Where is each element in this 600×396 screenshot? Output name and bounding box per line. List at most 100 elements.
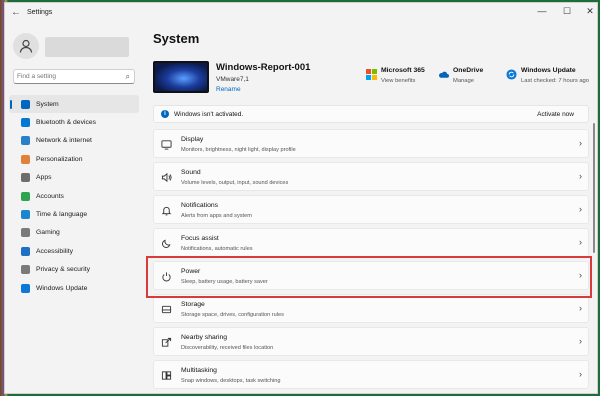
settings-window: ← Settings — ☐ ✕ ⌕ System Bluetooth & dev… xyxy=(4,2,598,394)
user-name-redacted xyxy=(45,37,129,57)
search-input[interactable] xyxy=(17,71,117,82)
maximize-button[interactable]: ☐ xyxy=(560,6,574,17)
notifications-icon xyxy=(161,206,172,216)
service-title: Microsoft 365 xyxy=(381,67,425,74)
minimize-button[interactable]: — xyxy=(535,6,549,16)
setting-row-storage[interactable]: Storage Storage space, drives, configurat… xyxy=(153,294,589,323)
sidebar-item-label: System xyxy=(36,100,59,108)
setting-title: Storage xyxy=(181,301,205,308)
power-icon xyxy=(162,272,171,282)
main-content: System Windows-Report-001 VMware7,1 Rena… xyxy=(146,25,597,393)
rename-link[interactable]: Rename xyxy=(216,86,241,93)
sidebar-item-label: Network & internet xyxy=(36,137,92,145)
sidebar-item-accounts[interactable]: Accounts xyxy=(9,187,139,205)
sidebar-item-system[interactable]: System xyxy=(9,95,139,114)
setting-row-focus-assist[interactable]: Focus assist Notifications, automatic rul… xyxy=(153,228,589,257)
sidebar-item-label: Personalization xyxy=(36,155,83,163)
device-model: VMware7,1 xyxy=(216,76,249,83)
chevron-right-icon: › xyxy=(579,303,582,313)
sidebar-item-accessibility[interactable]: Accessibility xyxy=(9,242,139,260)
avatar[interactable] xyxy=(13,33,39,59)
search-box[interactable]: ⌕ xyxy=(13,69,135,84)
system-icon xyxy=(21,99,30,109)
windows-update-icon xyxy=(21,283,30,293)
onedrive-icon xyxy=(439,71,449,78)
search-icon[interactable]: ⌕ xyxy=(126,72,130,82)
activation-banner: i Windows isn't activated. Activate now xyxy=(153,105,589,123)
activate-now-button[interactable]: Activate now xyxy=(537,111,574,118)
chevron-right-icon: › xyxy=(579,204,582,214)
sidebar-item-label: Accessibility xyxy=(36,247,74,255)
sidebar-item-label: Privacy & security xyxy=(36,266,91,274)
setting-row-notifications[interactable]: Notifications Alerts from apps and system… xyxy=(153,195,589,224)
close-button[interactable]: ✕ xyxy=(583,6,597,17)
setting-subtitle: Alerts from apps and system xyxy=(181,213,252,219)
windows-update-icon xyxy=(506,69,517,80)
setting-row-nearby-sharing[interactable]: Nearby sharing Discoverability, received … xyxy=(153,327,589,356)
setting-subtitle: Sleep, battery usage, battery saver xyxy=(181,279,268,285)
sidebar-item-label: Apps xyxy=(36,174,52,182)
page-title: System xyxy=(153,31,200,46)
device-name: Windows-Report-001 xyxy=(216,62,311,73)
accessibility-icon xyxy=(21,246,30,256)
multitasking-icon xyxy=(161,371,172,380)
setting-subtitle: Notifications, automatic rules xyxy=(181,246,253,252)
user-icon xyxy=(19,39,33,53)
setting-row-power[interactable]: Power Sleep, battery usage, battery saver… xyxy=(153,261,589,290)
sidebar-item-personalization[interactable]: Personalization xyxy=(9,150,139,168)
device-thumbnail xyxy=(153,61,209,93)
onedrive-card[interactable]: OneDrive Manage xyxy=(438,67,498,89)
info-icon: i xyxy=(161,110,169,118)
back-button[interactable]: ← xyxy=(11,7,21,18)
setting-title: Notifications xyxy=(181,202,219,209)
sidebar-item-label: Gaming xyxy=(36,229,60,237)
shield-icon xyxy=(21,265,30,275)
sidebar-item-time-language[interactable]: Time & language xyxy=(9,205,139,223)
chevron-right-icon: › xyxy=(579,237,582,247)
sidebar-item-network-internet[interactable]: Network & internet xyxy=(9,132,139,150)
setting-title: Focus assist xyxy=(181,235,219,242)
sidebar-item-privacy-security[interactable]: Privacy & security xyxy=(9,261,139,279)
personalization-icon xyxy=(21,154,30,164)
microsoft-365-card[interactable]: Microsoft 365 View benefits xyxy=(366,67,438,89)
network-icon xyxy=(21,136,30,146)
gaming-icon xyxy=(21,228,30,238)
sidebar-item-apps[interactable]: Apps xyxy=(9,169,139,187)
setting-row-sound[interactable]: Sound Volume levels, output, input, sound… xyxy=(153,162,589,191)
sidebar-item-gaming[interactable]: Gaming xyxy=(9,224,139,242)
sidebar-nav: System Bluetooth & devices Network & inter… xyxy=(9,95,139,297)
sidebar-item-windows-update[interactable]: Windows Update xyxy=(9,279,139,297)
sidebar-item-bluetooth-devices[interactable]: Bluetooth & devices xyxy=(9,113,139,131)
setting-subtitle: Monitors, brightness, night light, displ… xyxy=(181,147,296,153)
setting-subtitle: Storage space, drives, configuration rul… xyxy=(181,312,284,318)
setting-row-multitasking[interactable]: Multitasking Snap windows, desktops, task… xyxy=(153,360,589,389)
chevron-right-icon: › xyxy=(579,336,582,346)
setting-title: Nearby sharing xyxy=(181,334,228,341)
sidebar-item-label: Windows Update xyxy=(36,284,88,292)
nearby-sharing-icon xyxy=(161,337,172,347)
chevron-right-icon: › xyxy=(579,138,582,148)
time-language-icon xyxy=(21,210,30,220)
sound-icon xyxy=(161,172,172,183)
sidebar-item-label: Bluetooth & devices xyxy=(36,119,97,127)
microsoft-365-icon xyxy=(366,69,377,80)
windows-update-card[interactable]: Windows Update Last checked: 7 hours ago xyxy=(506,67,592,89)
service-title: Windows Update xyxy=(521,67,576,74)
setting-title: Power xyxy=(181,268,201,275)
setting-title: Display xyxy=(181,136,204,143)
title-bar: ← Settings — ☐ ✕ xyxy=(5,3,597,25)
chevron-right-icon: › xyxy=(579,270,582,280)
accounts-icon xyxy=(21,191,30,201)
display-icon xyxy=(161,140,172,150)
sidebar-item-label: Time & language xyxy=(36,211,88,219)
focus-assist-icon xyxy=(162,239,171,248)
service-title: OneDrive xyxy=(453,67,484,74)
setting-subtitle: Discoverability, received files location xyxy=(181,345,274,351)
sidebar-item-label: Accounts xyxy=(36,192,64,200)
setting-title: Multitasking xyxy=(181,367,217,374)
setting-row-display[interactable]: Display Monitors, brightness, night light… xyxy=(153,129,589,158)
window-title: Settings xyxy=(27,9,53,16)
bluetooth-icon xyxy=(21,118,30,128)
scrollbar[interactable] xyxy=(593,123,595,253)
chevron-right-icon: › xyxy=(579,369,582,379)
